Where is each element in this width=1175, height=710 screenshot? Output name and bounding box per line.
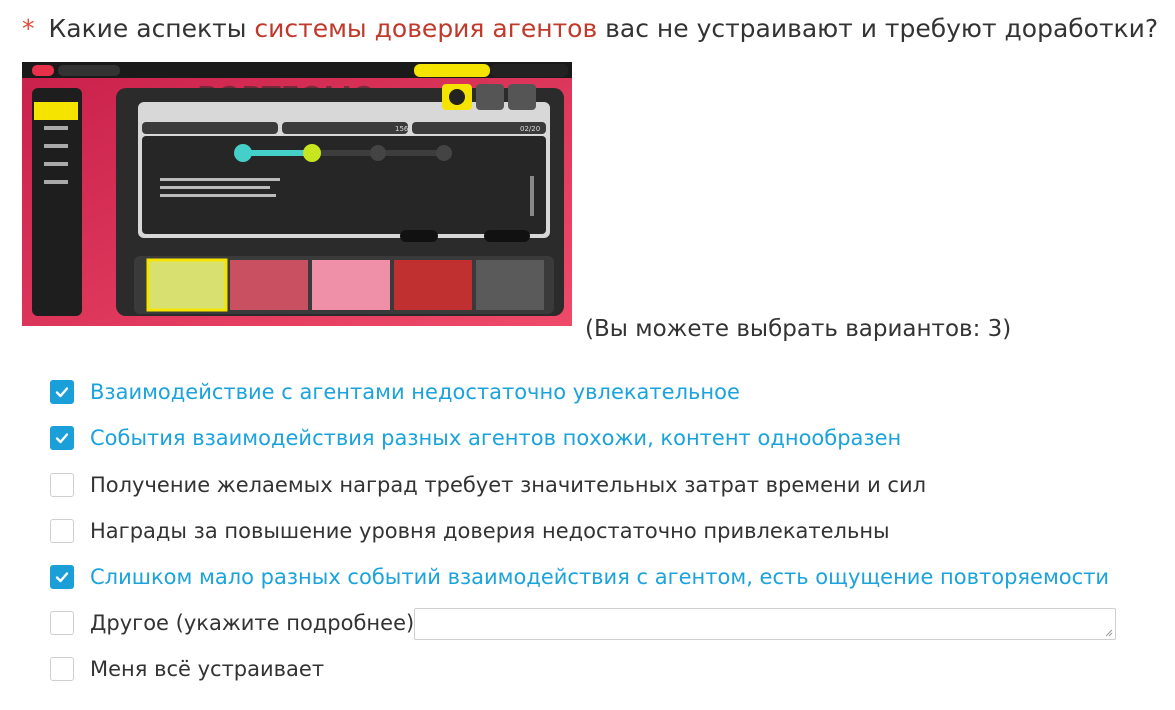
check-icon: [55, 572, 69, 583]
option-5[interactable]: Слишком мало разных событий взаимодейств…: [50, 557, 1109, 597]
checkbox[interactable]: [50, 426, 74, 450]
option-2[interactable]: События взаимодействия разных агентов по…: [50, 418, 901, 458]
resize-grip-icon[interactable]: [1105, 629, 1113, 637]
option-label: Взаимодействие с агентами недостаточно у…: [90, 380, 740, 404]
question-text-highlight: системы доверия агентов: [254, 14, 598, 43]
checkbox[interactable]: [50, 473, 74, 497]
checkbox[interactable]: [50, 380, 74, 404]
question-text-end: вас не устраивают и требуют доработки?: [597, 14, 1159, 43]
progress-left-value: 156: [395, 125, 409, 133]
option-4[interactable]: Награды за повышение уровня доверия недо…: [50, 511, 890, 551]
option-label: Меня всё устраивает: [90, 657, 325, 681]
option-label: Получение желаемых наград требует значит…: [90, 473, 927, 497]
checkbox[interactable]: [50, 657, 74, 681]
check-icon: [55, 387, 69, 398]
question-text-start: Какие аспекты: [48, 14, 255, 43]
progress-right-value: 02/20: [520, 125, 540, 133]
option-label: События взаимодействия разных агентов по…: [90, 426, 902, 450]
option-1[interactable]: Взаимодействие с агентами недостаточно у…: [50, 372, 740, 412]
game-screenshot: PORTFOLIO 156 02/20: [22, 62, 572, 326]
check-icon: [55, 433, 69, 444]
selection-hint: (Вы можете выбрать вариантов: 3): [585, 316, 1012, 342]
option-label: Слишком мало разных событий взаимодейств…: [90, 565, 1110, 589]
checkbox[interactable]: [50, 519, 74, 543]
other-details-input[interactable]: [414, 608, 1116, 640]
checkbox[interactable]: [50, 565, 74, 589]
checkbox[interactable]: [50, 611, 74, 635]
option-7[interactable]: Меня всё устраивает: [50, 649, 324, 689]
option-label: Другое (укажите подробнее): [90, 611, 415, 635]
option-6[interactable]: Другое (укажите подробнее): [50, 603, 414, 643]
required-mark: *: [22, 14, 35, 43]
option-3[interactable]: Получение желаемых наград требует значит…: [50, 465, 926, 505]
question-title: * Какие аспекты системы доверия агентов в…: [22, 12, 1172, 46]
option-label: Награды за повышение уровня доверия недо…: [90, 519, 890, 543]
